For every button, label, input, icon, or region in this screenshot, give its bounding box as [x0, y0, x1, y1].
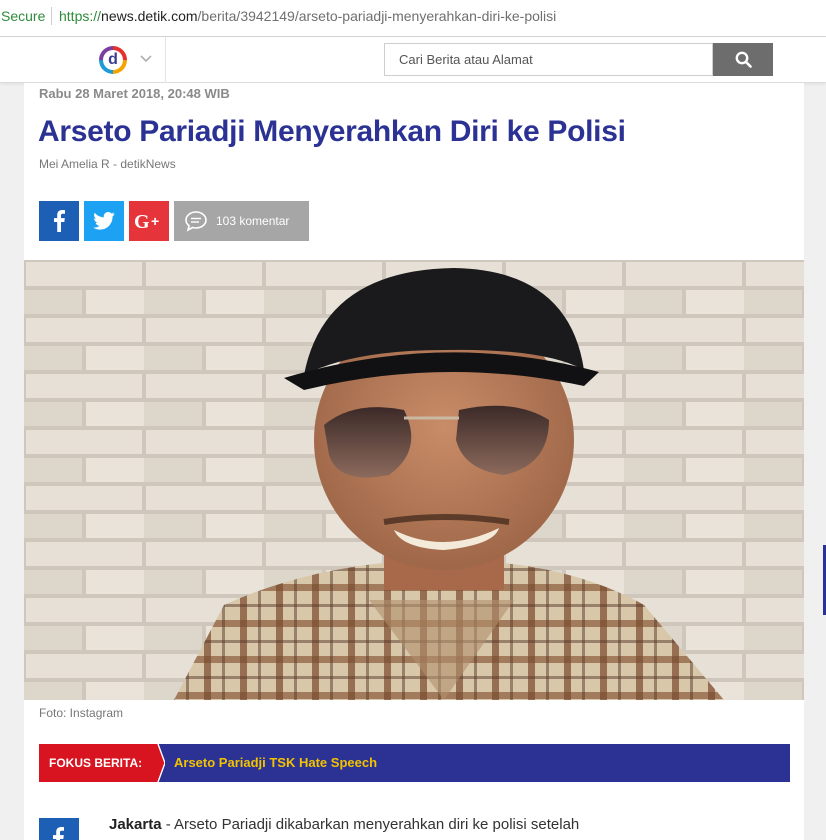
header-divider	[165, 37, 166, 83]
dateline-place: Jakarta	[109, 816, 162, 833]
share-twitter-button[interactable]	[84, 201, 124, 241]
svg-text:+: +	[151, 213, 159, 229]
address-divider	[51, 7, 52, 25]
article-byline: Mei Amelia R - detikNews	[39, 157, 176, 171]
focus-topic-link[interactable]: Arseto Pariadji TSK Hate Speech	[174, 744, 377, 782]
focus-label: FOKUS BERITA:	[39, 744, 157, 782]
focus-arrow-icon	[155, 744, 165, 782]
article-photo	[24, 260, 804, 700]
facebook-icon	[54, 210, 65, 232]
search-icon	[735, 51, 752, 68]
comment-icon	[185, 211, 207, 232]
facebook-icon	[53, 827, 64, 840]
photo-illustration	[24, 260, 804, 700]
lead-text: - Arseto Pariadji dikabarkan menyerahkan…	[161, 816, 580, 833]
article-title: Arseto Pariadji Menyerahkan Diri ke Poli…	[38, 115, 626, 148]
article-date: Rabu 28 Maret 2018, 20:48 WIB	[39, 86, 230, 101]
photo-caption: Foto: Instagram	[39, 706, 124, 720]
url-path: /berita/3942149/arseto-pariadji-menyerah…	[197, 8, 557, 24]
svg-text:G: G	[134, 211, 150, 231]
focus-news-banner[interactable]: FOKUS BERITA: Arseto Pariadji TSK Hate S…	[39, 744, 790, 782]
browser-address-bar[interactable]: Secure https://news.detik.com/berita/394…	[0, 0, 826, 37]
sticky-facebook-share-button[interactable]	[39, 818, 79, 840]
url-host: news.detik.com	[101, 8, 198, 24]
article-lead-paragraph: Jakarta - Arseto Pariadji dikabarkan men…	[109, 814, 669, 836]
search-button[interactable]	[713, 43, 773, 76]
url-scheme: https://	[59, 8, 102, 24]
chevron-down-icon[interactable]	[140, 52, 152, 64]
share-facebook-button[interactable]	[39, 201, 79, 241]
comment-count: 103 komentar	[216, 214, 290, 228]
google-plus-icon: G +	[134, 211, 159, 231]
detik-logo[interactable]: d	[99, 46, 127, 74]
secure-label: Secure	[1, 8, 46, 24]
logo-letter: d	[103, 50, 123, 70]
url-text[interactable]: https://news.detik.com/berita/3942149/ar…	[59, 8, 556, 24]
comments-button[interactable]: 103 komentar	[174, 201, 309, 241]
site-header: d	[0, 37, 826, 83]
twitter-icon	[93, 212, 115, 230]
share-google-plus-button[interactable]: G +	[129, 201, 169, 241]
article-card: Rabu 28 Maret 2018, 20:48 WIB Arseto Par…	[24, 83, 804, 840]
search-input[interactable]	[384, 43, 713, 76]
